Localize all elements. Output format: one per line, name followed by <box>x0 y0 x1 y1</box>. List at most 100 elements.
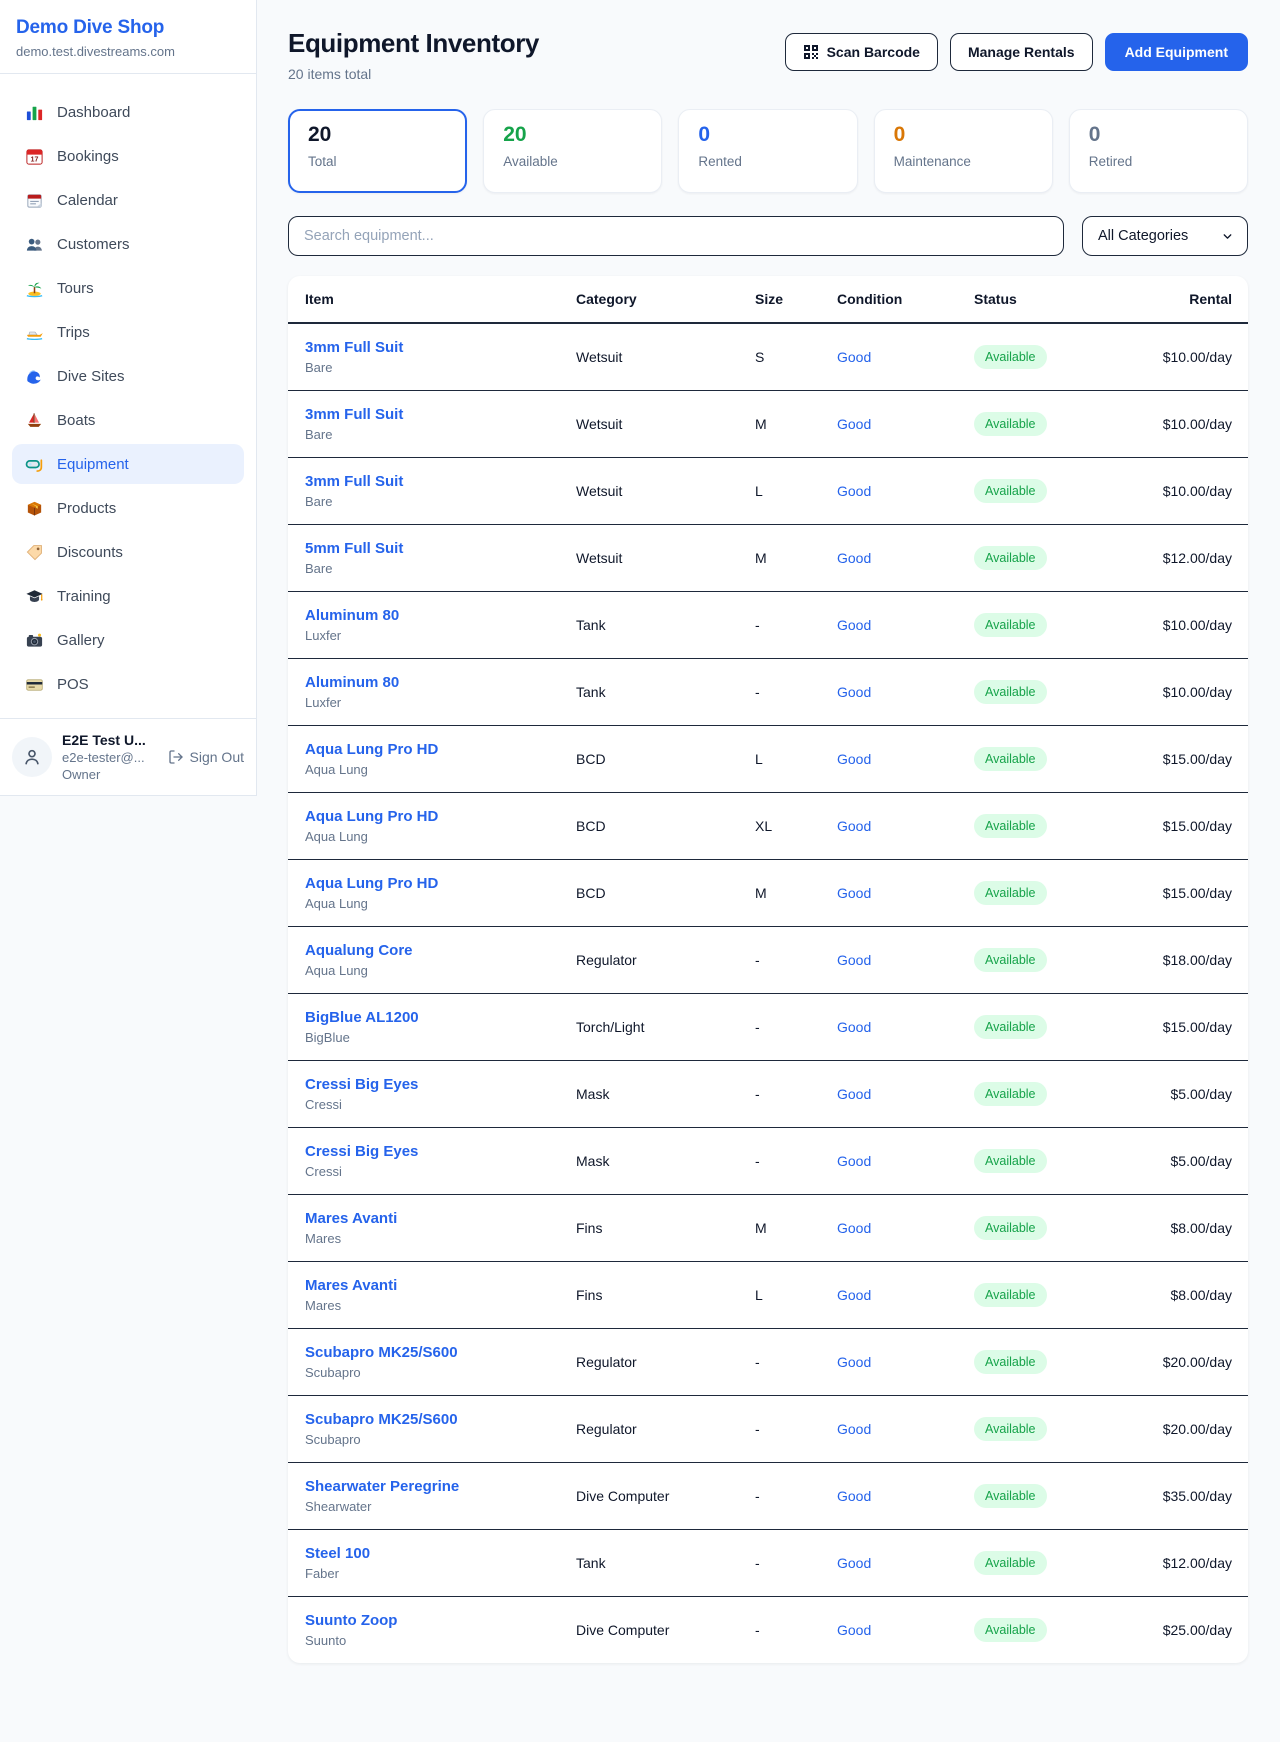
item-category: Fins <box>568 1262 747 1329</box>
brand-domain: demo.test.divestreams.com <box>16 44 240 59</box>
category-select[interactable]: All Categories <box>1082 216 1248 256</box>
item-condition-link[interactable]: Good <box>829 1195 966 1262</box>
status-badge: Available <box>974 613 1047 637</box>
item-condition-link[interactable]: Good <box>829 323 966 391</box>
sidebar-item-trips[interactable]: Trips <box>12 312 244 352</box>
item-condition-link[interactable]: Good <box>829 1128 966 1195</box>
item-condition-link[interactable]: Good <box>829 1597 966 1664</box>
item-category: Fins <box>568 1195 747 1262</box>
item-rental-rate: $15.00/day <box>1116 726 1248 793</box>
sidebar-item-training[interactable]: Training <box>12 576 244 616</box>
items-total-count: 20 items total <box>288 66 539 82</box>
item-condition-link[interactable]: Good <box>829 994 966 1061</box>
table-row: Scubapro MK25/S600 Scubapro Regulator - … <box>288 1396 1248 1463</box>
item-condition-link[interactable]: Good <box>829 458 966 525</box>
sailboat-icon <box>24 410 44 430</box>
item-condition-link[interactable]: Good <box>829 525 966 592</box>
item-size: XL <box>747 793 829 860</box>
app-window: Demo Dive Shop demo.test.divestreams.com… <box>0 0 1280 1742</box>
item-condition-link[interactable]: Good <box>829 1329 966 1396</box>
item-link[interactable]: Steel 100 <box>305 1545 560 1562</box>
sidebar-item-calendar[interactable]: Calendar <box>12 180 244 220</box>
item-link[interactable]: Cressi Big Eyes <box>305 1076 560 1093</box>
item-brand: Luxfer <box>305 695 560 710</box>
item-brand: Scubapro <box>305 1432 560 1447</box>
stat-card-retired[interactable]: 0 Retired <box>1069 109 1248 193</box>
status-badge: Available <box>974 680 1047 704</box>
search-input[interactable] <box>288 216 1064 256</box>
item-condition-link[interactable]: Good <box>829 592 966 659</box>
sidebar-item-boats[interactable]: Boats <box>12 400 244 440</box>
brand-name[interactable]: Demo Dive Shop <box>16 17 240 39</box>
item-link[interactable]: Scubapro MK25/S600 <box>305 1344 560 1361</box>
manage-rentals-button[interactable]: Manage Rentals <box>950 33 1093 71</box>
item-condition-link[interactable]: Good <box>829 860 966 927</box>
item-condition-link[interactable]: Good <box>829 726 966 793</box>
item-condition-link[interactable]: Good <box>829 1061 966 1128</box>
add-equipment-button[interactable]: Add Equipment <box>1105 33 1248 71</box>
item-rental-rate: $20.00/day <box>1116 1396 1248 1463</box>
filters-row: All Categories <box>288 216 1248 256</box>
svg-text:17: 17 <box>30 155 38 163</box>
sidebar-item-discounts[interactable]: Discounts <box>12 532 244 572</box>
sidebar-item-dive-sites[interactable]: Dive Sites <box>12 356 244 396</box>
item-condition-link[interactable]: Good <box>829 1396 966 1463</box>
sign-out-button[interactable]: Sign Out <box>168 749 244 765</box>
nav-item-label: Discounts <box>57 544 123 561</box>
stat-card-maintenance[interactable]: 0 Maintenance <box>874 109 1053 193</box>
item-link[interactable]: Scubapro MK25/S600 <box>305 1411 560 1428</box>
item-condition-link[interactable]: Good <box>829 927 966 994</box>
sidebar-item-equipment[interactable]: Equipment <box>12 444 244 484</box>
status-badge: Available <box>974 1283 1047 1307</box>
item-link[interactable]: Aluminum 80 <box>305 674 560 691</box>
sidebar-item-bookings[interactable]: 17 Bookings <box>12 136 244 176</box>
item-link[interactable]: BigBlue AL1200 <box>305 1009 560 1026</box>
avatar <box>12 737 52 777</box>
item-link[interactable]: 3mm Full Suit <box>305 406 560 423</box>
item-link[interactable]: Aqua Lung Pro HD <box>305 875 560 892</box>
stat-card-available[interactable]: 20 Available <box>483 109 662 193</box>
sidebar-item-products[interactable]: Products <box>12 488 244 528</box>
sidebar-item-tours[interactable]: Tours <box>12 268 244 308</box>
item-category: Dive Computer <box>568 1597 747 1664</box>
stat-value: 0 <box>1089 123 1228 147</box>
item-link[interactable]: 5mm Full Suit <box>305 540 560 557</box>
equipment-table: Item Category Size Condition Status Rent… <box>288 276 1248 1663</box>
sidebar-item-customers[interactable]: Customers <box>12 224 244 264</box>
item-condition-link[interactable]: Good <box>829 1262 966 1329</box>
item-condition-link[interactable]: Good <box>829 793 966 860</box>
item-link[interactable]: 3mm Full Suit <box>305 473 560 490</box>
item-link[interactable]: 3mm Full Suit <box>305 339 560 356</box>
scan-barcode-button[interactable]: Scan Barcode <box>785 33 938 71</box>
item-link[interactable]: Suunto Zoop <box>305 1612 560 1629</box>
item-size: L <box>747 458 829 525</box>
item-size: - <box>747 659 829 726</box>
item-condition-link[interactable]: Good <box>829 391 966 458</box>
sidebar-item-pos[interactable]: POS <box>12 664 244 704</box>
item-condition-link[interactable]: Good <box>829 1530 966 1597</box>
item-link[interactable]: Aqua Lung Pro HD <box>305 741 560 758</box>
item-link[interactable]: Mares Avanti <box>305 1210 560 1227</box>
item-rental-rate: $10.00/day <box>1116 659 1248 726</box>
item-link[interactable]: Aqua Lung Pro HD <box>305 808 560 825</box>
item-link[interactable]: Mares Avanti <box>305 1277 560 1294</box>
item-link[interactable]: Aqualung Core <box>305 942 560 959</box>
stat-card-rented[interactable]: 0 Rented <box>678 109 857 193</box>
item-category: Regulator <box>568 927 747 994</box>
sidebar-item-gallery[interactable]: Gallery <box>12 620 244 660</box>
item-condition-link[interactable]: Good <box>829 659 966 726</box>
item-rental-rate: $10.00/day <box>1116 592 1248 659</box>
column-header-item: Item <box>288 276 568 323</box>
stat-card-total[interactable]: 20 Total <box>288 109 467 193</box>
table-row: Suunto Zoop Suunto Dive Computer - Good … <box>288 1597 1248 1664</box>
item-link[interactable]: Cressi Big Eyes <box>305 1143 560 1160</box>
add-equipment-label: Add Equipment <box>1125 44 1228 60</box>
item-link[interactable]: Aluminum 80 <box>305 607 560 624</box>
item-brand: BigBlue <box>305 1030 560 1045</box>
wave-icon <box>24 366 44 386</box>
item-condition-link[interactable]: Good <box>829 1463 966 1530</box>
item-link[interactable]: Shearwater Peregrine <box>305 1478 560 1495</box>
sidebar-item-dashboard[interactable]: Dashboard <box>12 92 244 132</box>
item-brand: Bare <box>305 360 560 375</box>
item-rental-rate: $12.00/day <box>1116 1530 1248 1597</box>
